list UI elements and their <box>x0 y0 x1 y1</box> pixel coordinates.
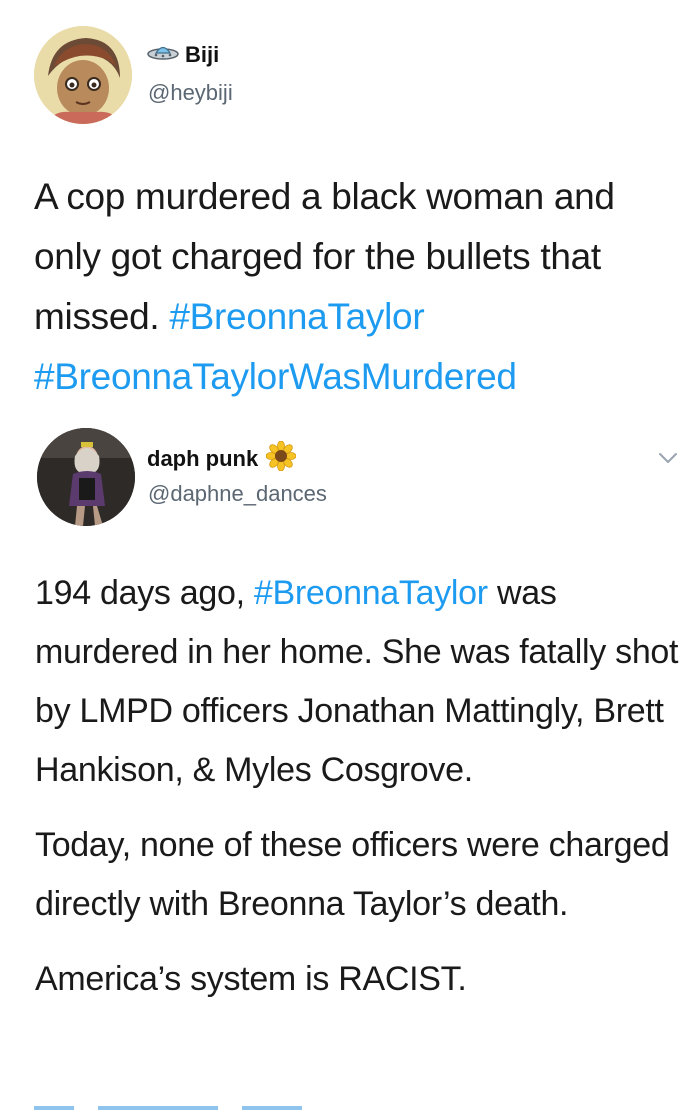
avatar-photo <box>37 428 135 526</box>
display-name-daph-punk[interactable]: daph punk <box>147 440 297 477</box>
paragraph-text: 194 days ago, <box>35 574 254 612</box>
truncated-text-fragment <box>34 1106 364 1120</box>
tweet-paragraph: Today, none of these officers were charg… <box>35 826 670 923</box>
avatar-daphne-dances[interactable] <box>37 428 135 526</box>
user-handle[interactable]: @daphne_dances <box>148 481 327 507</box>
display-name-biji[interactable]: Biji <box>147 40 219 70</box>
hashtag-link[interactable]: #BreonnaTaylorWasMurdered <box>34 356 517 397</box>
avatar-heybiji[interactable] <box>34 26 132 124</box>
display-name-text: daph punk <box>147 446 259 471</box>
chevron-down-icon[interactable] <box>656 446 680 470</box>
tweet-paragraph: 194 days ago, #BreonnaTaylor was murdere… <box>35 564 685 800</box>
flying-saucer-icon <box>147 42 179 68</box>
hashtag-link[interactable]: #BreonnaTaylor <box>169 296 424 337</box>
avatar-illustration <box>34 26 132 124</box>
display-name-text: Biji <box>185 42 220 67</box>
sunflower-icon <box>265 440 297 477</box>
quoted-tweet-text: 194 days ago, #BreonnaTaylor was murdere… <box>35 564 685 1009</box>
hashtag-link[interactable]: #BreonnaTaylor <box>254 574 488 612</box>
tweet-paragraph: America’s system is RACIST. <box>35 960 467 998</box>
user-handle[interactable]: @heybiji <box>148 80 233 106</box>
tweet-text: A cop murdered a black woman and only go… <box>34 167 684 407</box>
